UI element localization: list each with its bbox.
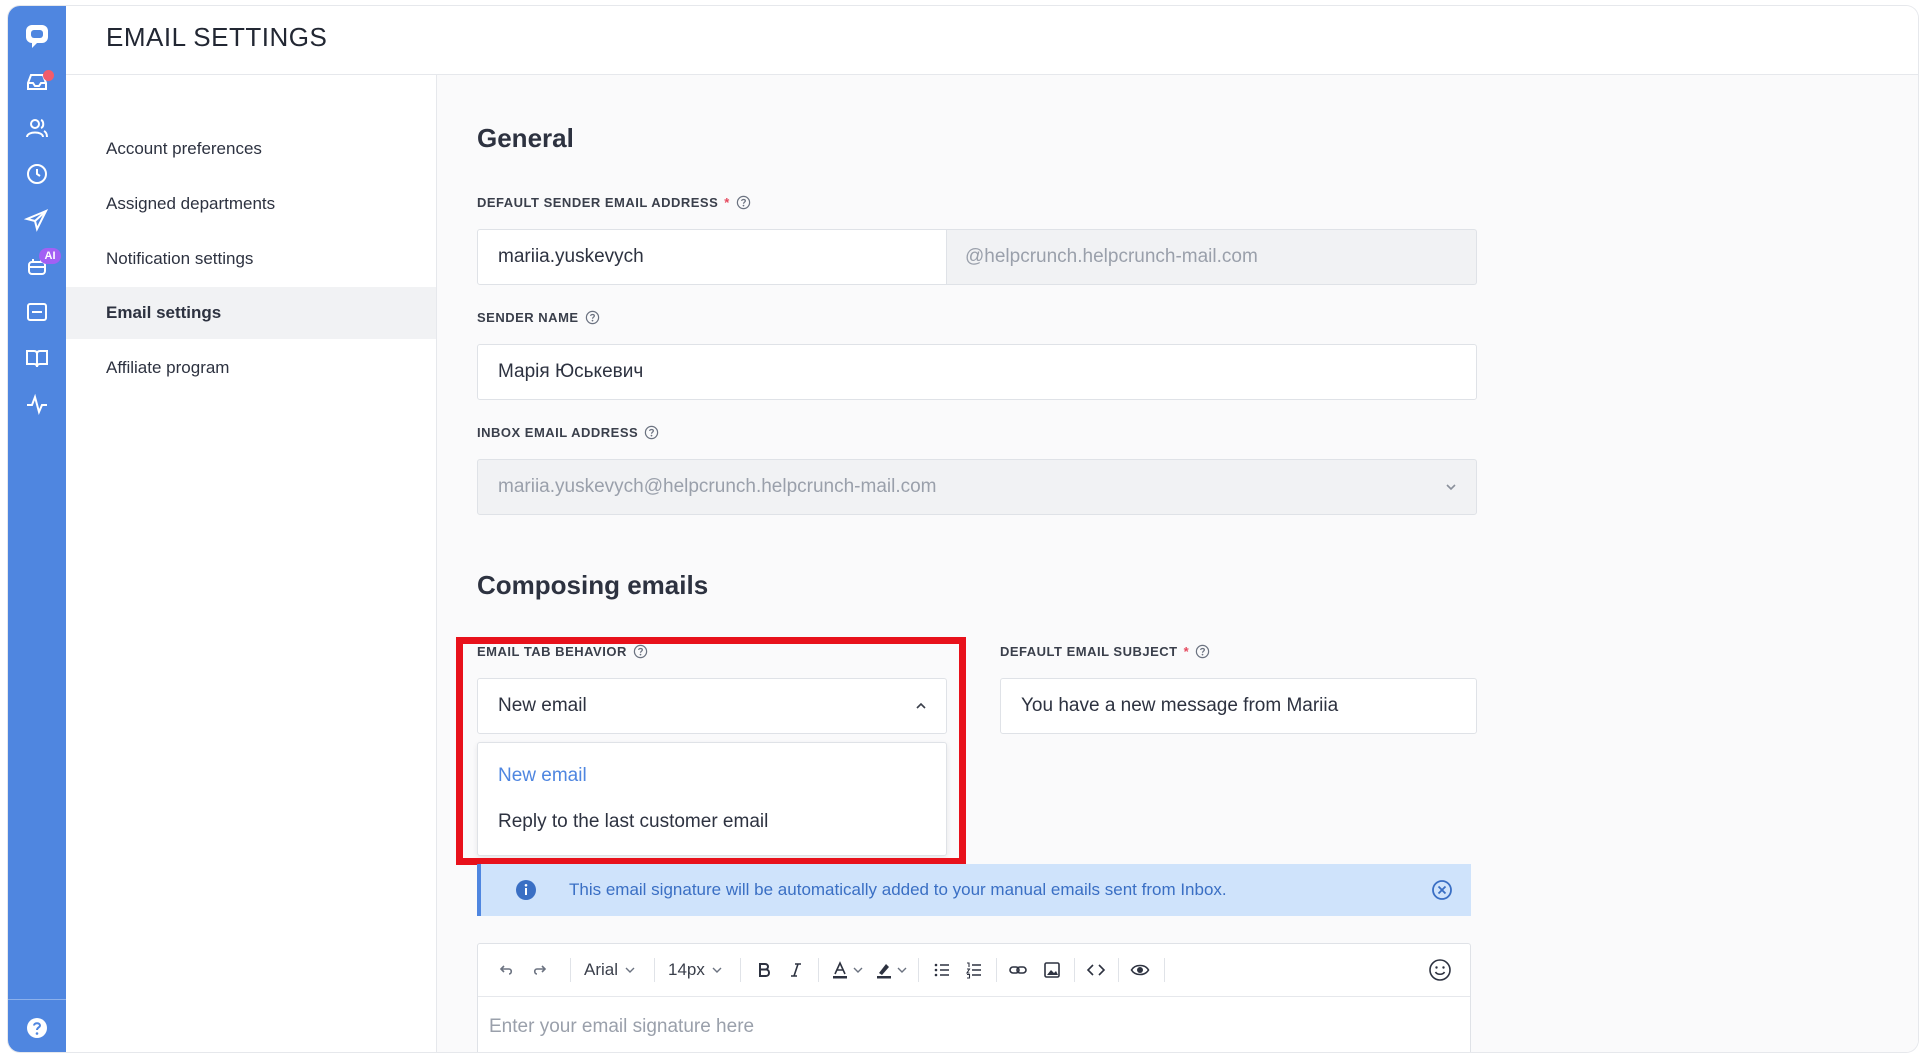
- bullet-list-icon: [934, 963, 949, 977]
- signature-input[interactable]: Enter your email signature here: [489, 1016, 754, 1038]
- contacts-icon[interactable]: [8, 106, 66, 150]
- eye-icon: [1130, 964, 1150, 976]
- chevron-down-icon: [853, 967, 863, 973]
- font-size-select[interactable]: 14px: [668, 944, 723, 996]
- link-icon: [1009, 966, 1027, 974]
- nav-item-assigned-departments[interactable]: Assigned departments: [66, 178, 436, 230]
- inbox-email-label-text: INBOX EMAIL ADDRESS: [477, 425, 639, 440]
- sender-name-label-text: SENDER NAME: [477, 310, 579, 325]
- page-title: EMAIL SETTINGS: [106, 22, 328, 52]
- top-bar: EMAIL SETTINGS: [66, 6, 1918, 75]
- chat-logo-icon[interactable]: [8, 14, 66, 58]
- signature-editor: Arial 14px Enter your email signature he…: [477, 943, 1471, 1052]
- help-icon[interactable]: [8, 1006, 66, 1050]
- emoji-button[interactable]: [1428, 944, 1452, 996]
- toolbar-divider: [818, 958, 819, 982]
- sender-name-input[interactable]: Марія Юськевич: [477, 344, 1477, 400]
- emoji-icon: [1429, 959, 1451, 981]
- chevron-down-icon: [625, 967, 635, 973]
- chevron-down-icon: [712, 967, 722, 973]
- bullet-list-button[interactable]: [932, 944, 952, 996]
- undo-button[interactable]: [496, 944, 516, 996]
- highlight-color-button[interactable]: [874, 944, 908, 996]
- email-subject-input[interactable]: You have a new message from Mariia: [1000, 678, 1477, 734]
- rail-divider: [8, 999, 66, 1000]
- signature-info-banner: This email signature will be automatical…: [477, 864, 1471, 916]
- notification-dot: [43, 70, 54, 81]
- history-icon[interactable]: [8, 152, 66, 196]
- image-icon: [1044, 962, 1060, 978]
- required-marker: *: [1183, 644, 1190, 659]
- italic-button[interactable]: [786, 944, 806, 996]
- highlight-box: [456, 637, 966, 865]
- numbered-list-button[interactable]: [964, 944, 984, 996]
- font-family-select[interactable]: Arial: [584, 944, 636, 996]
- sender-email-label: DEFAULT SENDER EMAIL ADDRESS *: [477, 195, 751, 210]
- toolbar-divider: [1074, 958, 1075, 982]
- help-circle-icon[interactable]: [1195, 644, 1210, 659]
- chevron-down-icon: [897, 967, 907, 973]
- font-family-value: Arial: [584, 960, 619, 979]
- nav-item-affiliate-program[interactable]: Affiliate program: [66, 342, 436, 394]
- source-code-button[interactable]: [1086, 944, 1106, 996]
- toolbar-divider: [654, 958, 655, 982]
- sender-email-domain: @helpcrunch.helpcrunch-mail.com: [947, 229, 1477, 285]
- help-circle-icon[interactable]: [736, 195, 751, 210]
- preview-button[interactable]: [1130, 944, 1150, 996]
- nav-item-account-preferences[interactable]: Account preferences: [66, 123, 436, 175]
- widget-icon[interactable]: [8, 290, 66, 334]
- campaigns-icon[interactable]: [8, 198, 66, 242]
- bold-icon: [759, 963, 770, 977]
- image-button[interactable]: [1042, 944, 1062, 996]
- sender-email-label-text: DEFAULT SENDER EMAIL ADDRESS: [477, 195, 719, 210]
- activity-icon[interactable]: [8, 382, 66, 426]
- toolbar-divider: [996, 958, 997, 982]
- inbox-icon[interactable]: [8, 60, 66, 104]
- toolbar-divider: [1164, 958, 1165, 982]
- knowledge-base-icon[interactable]: [8, 336, 66, 380]
- email-subject-label: DEFAULT EMAIL SUBJECT *: [1000, 644, 1210, 659]
- toolbar-divider: [740, 958, 741, 982]
- close-circle-icon[interactable]: [1431, 879, 1453, 901]
- toolbar-divider: [1118, 958, 1119, 982]
- info-text: This email signature will be automatical…: [569, 880, 1227, 899]
- app-window: AI EMAIL SETTINGS Account preferences As…: [8, 6, 1918, 1052]
- settings-nav: Account preferences Assigned departments…: [66, 75, 437, 1052]
- nav-item-notification-settings[interactable]: Notification settings: [66, 233, 436, 285]
- editor-toolbar: Arial 14px: [478, 944, 1470, 997]
- text-color-icon: [833, 961, 847, 979]
- help-circle-icon[interactable]: [644, 425, 659, 440]
- redo-button[interactable]: [530, 944, 550, 996]
- bold-button[interactable]: [754, 944, 774, 996]
- link-button[interactable]: [1008, 944, 1028, 996]
- required-marker: *: [724, 195, 730, 210]
- icon-rail: AI: [8, 6, 66, 1052]
- text-color-button[interactable]: [830, 944, 864, 996]
- chevron-down-icon: [1446, 484, 1456, 491]
- email-subject-label-text: DEFAULT EMAIL SUBJECT: [1000, 644, 1178, 659]
- nav-item-email-settings[interactable]: Email settings: [66, 287, 436, 339]
- toolbar-divider: [570, 958, 571, 982]
- redo-icon: [533, 965, 547, 975]
- font-size-value: 14px: [668, 960, 705, 979]
- numbered-list-icon: [966, 962, 981, 979]
- undo-icon: [499, 965, 513, 975]
- highlighter-icon: [877, 964, 891, 979]
- inbox-email-value: mariia.yuskevych@helpcrunch.helpcrunch-m…: [498, 476, 937, 497]
- ai-bot-icon[interactable]: AI: [8, 244, 66, 288]
- italic-icon: [791, 963, 801, 977]
- code-icon: [1086, 964, 1106, 976]
- info-icon: [516, 880, 536, 900]
- sender-email-input[interactable]: mariia.yuskevych: [477, 229, 947, 285]
- toolbar-divider: [918, 958, 919, 982]
- inbox-email-label: INBOX EMAIL ADDRESS: [477, 425, 659, 440]
- help-circle-icon[interactable]: [585, 310, 600, 325]
- section-heading-composing: Composing emails: [477, 570, 709, 600]
- inbox-email-select: mariia.yuskevych@helpcrunch.helpcrunch-m…: [477, 459, 1477, 515]
- ai-badge: AI: [39, 248, 61, 264]
- section-heading-general: General: [477, 123, 574, 153]
- sender-name-label: SENDER NAME: [477, 310, 600, 325]
